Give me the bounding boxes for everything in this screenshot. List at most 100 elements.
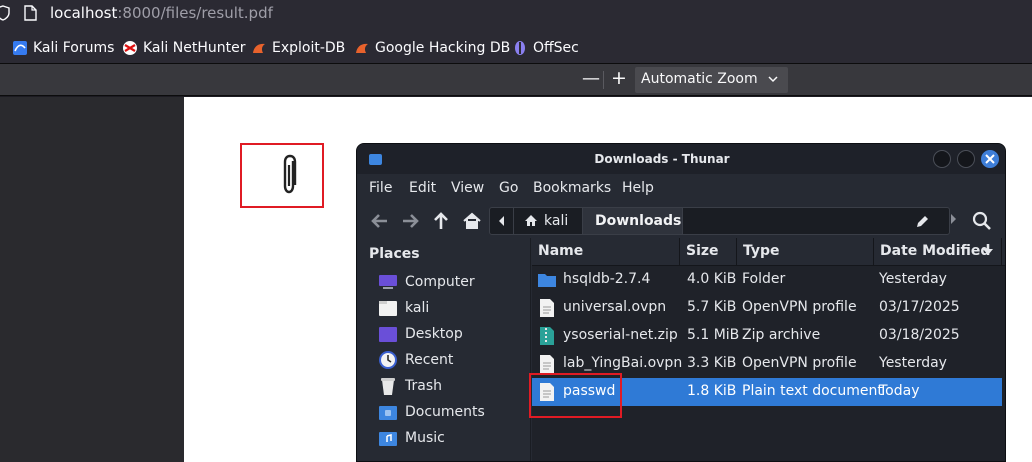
chevron-right-icon[interactable]	[950, 213, 957, 225]
bookmarks-bar: Kali Forums Kali NetHunter Exploit-DB Go…	[0, 30, 1032, 64]
passwd-highlight-box	[529, 373, 622, 418]
search-icon[interactable]	[971, 210, 993, 232]
page-icon[interactable]	[24, 5, 37, 21]
menu-bookmarks[interactable]: Bookmarks	[533, 180, 611, 196]
zoom-select[interactable]: Automatic Zoom	[635, 67, 788, 93]
chevron-left-icon	[499, 216, 504, 226]
url-text[interactable]: localhost:8000/files/result.pdf	[50, 4, 273, 22]
path-label: Downloads	[595, 213, 682, 229]
close-button[interactable]	[981, 150, 999, 168]
desktop-icon	[379, 327, 397, 342]
kali-dragon-icon	[13, 41, 27, 55]
file-name: hsqldb-2.7.4	[563, 271, 651, 287]
trash-icon	[381, 378, 395, 395]
bookmark-google-hacking-db[interactable]: Google Hacking DB	[354, 38, 510, 58]
menu-go[interactable]: Go	[499, 180, 518, 196]
file-type: OpenVPN profile	[742, 355, 857, 371]
menu-help[interactable]: Help	[622, 180, 654, 196]
text-file-icon	[540, 355, 554, 373]
bookmark-kali-forums[interactable]: Kali Forums	[12, 38, 114, 58]
places-header: Places	[369, 246, 420, 262]
documents-folder-icon	[379, 406, 397, 420]
file-type: OpenVPN profile	[742, 299, 857, 315]
up-arrow-icon[interactable]	[430, 210, 452, 232]
place-computer[interactable]: Computer	[377, 271, 475, 293]
bookmark-kali-nethunter[interactable]: Kali NetHunter	[122, 38, 245, 58]
place-label: Recent	[405, 352, 454, 368]
places-sidebar: Places Computer kali Desktop Recent Tras…	[357, 238, 531, 461]
place-desktop[interactable]: Desktop	[377, 323, 463, 345]
window-title: Downloads - Thunar	[594, 152, 730, 166]
column-type[interactable]: Type	[737, 238, 874, 266]
menu-edit[interactable]: Edit	[409, 180, 436, 196]
file-type: Plain text document	[742, 383, 883, 399]
place-label: Desktop	[405, 326, 463, 342]
bookmark-label: OffSec	[533, 40, 579, 56]
file-type: Folder	[742, 271, 786, 287]
nethunter-icon	[123, 41, 137, 55]
menu-file[interactable]: File	[369, 180, 392, 196]
pdf-toolbar: — + Automatic Zoom	[0, 64, 1032, 96]
zoom-in-button[interactable]: +	[611, 67, 627, 89]
file-type: Zip archive	[742, 327, 821, 343]
place-label: Music	[405, 430, 445, 446]
maximize-button[interactable]	[957, 150, 975, 168]
place-recent[interactable]: Recent	[377, 349, 453, 371]
home-icon[interactable]	[461, 210, 483, 232]
home-icon	[525, 215, 537, 226]
zoom-select-value: Automatic Zoom	[641, 71, 758, 87]
path-label: kali	[544, 213, 569, 229]
forward-arrow-icon[interactable]	[399, 210, 421, 232]
path-bar: kali Downloads	[489, 207, 950, 235]
url-path: :8000/files/result.pdf	[117, 4, 273, 22]
shield-icon[interactable]	[0, 5, 10, 21]
menu-view[interactable]: View	[451, 180, 484, 196]
file-row[interactable]: ysoserial-net.zip 5.1 MiB Zip archive 03…	[532, 322, 1002, 350]
zoom-out-button[interactable]: —	[582, 68, 600, 89]
bookmark-label: Kali Forums	[33, 40, 115, 56]
chevron-down-icon	[768, 76, 778, 83]
file-date: 03/17/2025	[879, 299, 960, 315]
place-label: Documents	[405, 404, 485, 420]
path-scroll-left-button[interactable]	[490, 208, 514, 234]
column-name[interactable]: Name	[532, 238, 680, 266]
file-name: lab_YingBai.ovpn	[563, 355, 683, 371]
path-button-downloads[interactable]: Downloads	[583, 208, 683, 234]
bookmark-offsec[interactable]: OffSec	[512, 38, 579, 58]
place-trash[interactable]: Trash	[377, 375, 442, 397]
ghdb-icon	[356, 43, 368, 53]
file-row[interactable]: hsqldb-2.7.4 4.0 KiB Folder Yesterday	[532, 266, 1002, 294]
pencil-icon[interactable]	[915, 214, 930, 229]
place-documents[interactable]: Documents	[377, 401, 485, 423]
file-size: 3.3 KiB	[687, 355, 737, 371]
minimize-button[interactable]	[933, 150, 951, 168]
toolbar-separator	[603, 71, 604, 89]
path-button-kali[interactable]: kali	[514, 208, 583, 234]
close-icon	[985, 154, 995, 164]
bookmark-exploit-db[interactable]: Exploit-DB	[251, 38, 345, 58]
column-date-modified[interactable]: Date Modified	[874, 238, 1002, 266]
window-titlebar[interactable]: Downloads - Thunar	[357, 144, 1005, 174]
bookmark-label: Kali NetHunter	[143, 40, 246, 56]
place-music[interactable]: Music	[377, 427, 445, 449]
bookmark-label: Exploit-DB	[272, 40, 346, 56]
screen: localhost:8000/files/result.pdf Kali For…	[0, 0, 1032, 462]
thunar-window: Downloads - Thunar File Edit View Go Boo…	[356, 143, 1006, 462]
url-bar[interactable]: localhost:8000/files/result.pdf	[0, 0, 1032, 30]
file-date: 03/18/2025	[879, 327, 960, 343]
file-size: 5.7 KiB	[687, 299, 737, 315]
place-label: Trash	[405, 378, 442, 394]
column-size[interactable]: Size	[680, 238, 737, 266]
column-label: Name	[538, 243, 584, 259]
file-list: Name Size Type Date Modified hsqldb-2.7.…	[532, 238, 1005, 461]
place-kali[interactable]: kali	[377, 297, 429, 319]
offsec-icon	[515, 41, 525, 55]
file-date: Yesterday	[879, 271, 947, 287]
file-size: 1.8 KiB	[687, 383, 737, 399]
column-label: Date Modified	[880, 243, 991, 259]
zip-file-icon	[540, 327, 554, 345]
back-arrow-icon[interactable]	[369, 210, 391, 232]
file-row[interactable]: universal.ovpn 5.7 KiB OpenVPN profile 0…	[532, 294, 1002, 322]
paperclip-icon[interactable]	[280, 153, 300, 197]
folder-icon	[538, 274, 556, 287]
